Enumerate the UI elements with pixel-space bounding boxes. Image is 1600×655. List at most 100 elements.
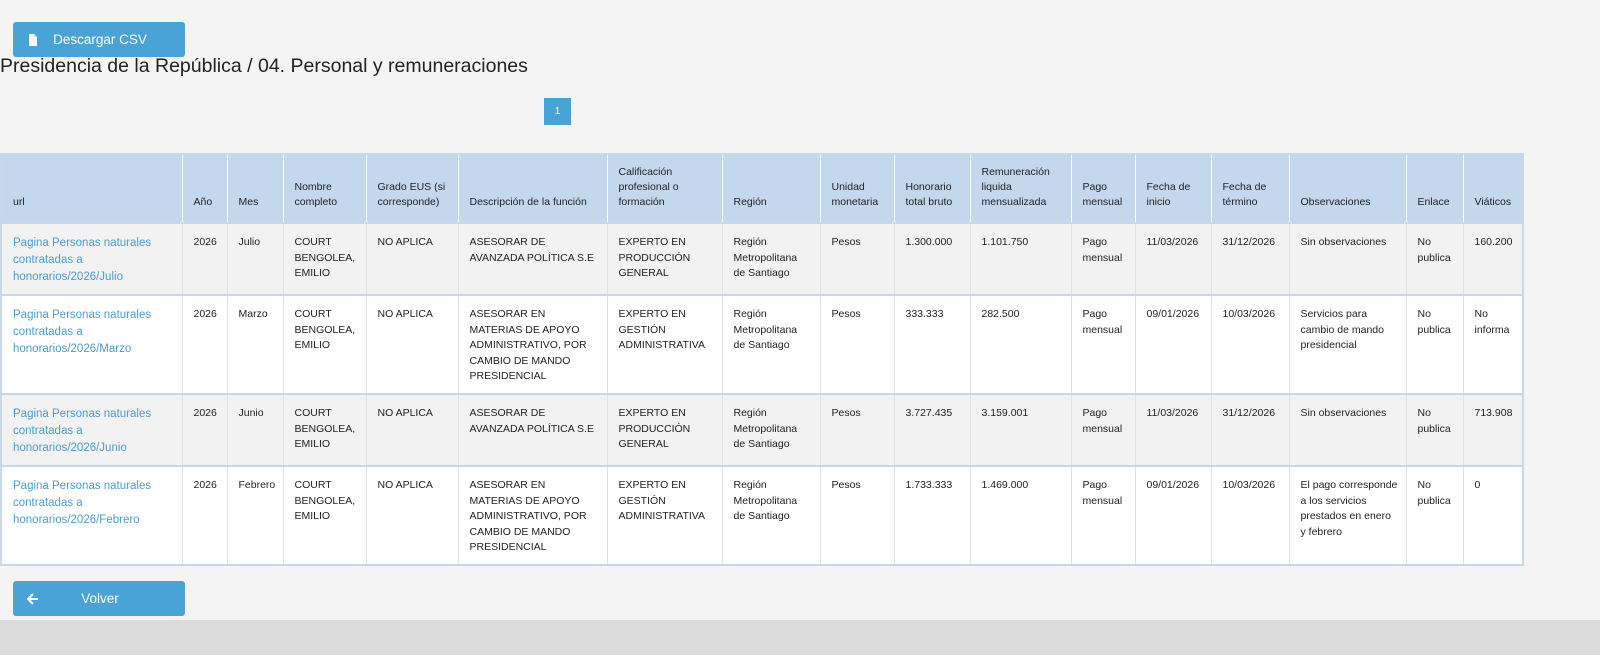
data-table: url Año Mes Nombre completo Grado EUS (s… <box>0 153 1524 566</box>
table-cell: No publica <box>1406 465 1464 565</box>
table-cell: NO APLICA <box>366 222 459 295</box>
column-header[interactable]: Remuneración liquida mensualizada <box>970 154 1072 223</box>
column-header[interactable]: Nombre completo <box>283 154 367 223</box>
table-cell: 333.333 <box>894 294 971 394</box>
table-cell: ASESORAR DE AVANZADA POLÍTICA S.E <box>458 222 608 295</box>
table-cell: Región Metropolitana de Santiago <box>722 465 821 565</box>
column-header[interactable]: Fecha de inicio <box>1135 154 1212 223</box>
table-cell: 160.200 <box>1463 222 1524 295</box>
column-header[interactable]: Viáticos <box>1463 154 1524 223</box>
table-cell: ASESORAR EN MATERIAS DE APOYO ADMINISTRA… <box>458 294 608 394</box>
column-header[interactable]: url <box>1 154 183 223</box>
table-cell: 0 <box>1463 465 1524 565</box>
table-cell: NO APLICA <box>366 393 459 466</box>
url-link[interactable]: Pagina Personas naturales contratadas a … <box>13 480 151 526</box>
table-cell: Pesos <box>820 294 895 394</box>
table-cell: 2026 <box>182 222 228 295</box>
table-cell: EXPERTO EN PRODUCCIÓN GENERAL <box>607 222 723 295</box>
table-cell: COURT BENGOLEA, EMILIO <box>283 465 367 565</box>
table-cell: 1.300.000 <box>894 222 971 295</box>
table-cell: NO APLICA <box>366 465 459 565</box>
table-cell: COURT BENGOLEA, EMILIO <box>283 222 367 295</box>
table-cell-url: Pagina Personas naturales contratadas a … <box>1 393 183 466</box>
table-cell: Pesos <box>820 222 895 295</box>
table-cell: 1.101.750 <box>970 222 1072 295</box>
table-cell: No publica <box>1406 222 1464 295</box>
table-cell: 1.733.333 <box>894 465 971 565</box>
column-header[interactable]: Enlace <box>1406 154 1464 223</box>
table-cell: No publica <box>1406 294 1464 394</box>
table-cell: Pago mensual <box>1071 465 1136 565</box>
table-row: Pagina Personas naturales contratadas a … <box>1 222 1524 295</box>
table-cell: 282.500 <box>970 294 1072 394</box>
table-cell: Servicios para cambio de mando presidenc… <box>1289 294 1407 394</box>
back-button[interactable]: Volver <box>13 581 185 616</box>
table-cell: Región Metropolitana de Santiago <box>722 294 821 394</box>
table-cell: Febrero <box>227 465 284 565</box>
table-cell: 2026 <box>182 465 228 565</box>
table-cell: NO APLICA <box>366 294 459 394</box>
column-header[interactable]: Honorario total bruto <box>894 154 971 223</box>
arrow-left-icon <box>13 592 53 605</box>
table-cell: 10/03/2026 <box>1211 465 1290 565</box>
table-cell: El pago corresponde a los servicios pres… <box>1289 465 1407 565</box>
table-cell: 3.159.001 <box>970 393 1072 466</box>
table-cell: 1.469.000 <box>970 465 1072 565</box>
table-cell: 3.727.435 <box>894 393 971 466</box>
table-header-row: url Año Mes Nombre completo Grado EUS (s… <box>1 154 1524 223</box>
file-icon <box>13 33 53 46</box>
column-header[interactable]: Pago mensual <box>1071 154 1136 223</box>
table-cell-url: Pagina Personas naturales contratadas a … <box>1 294 183 394</box>
table-cell-url: Pagina Personas naturales contratadas a … <box>1 465 183 565</box>
column-header[interactable]: Mes <box>227 154 284 223</box>
column-header[interactable]: Fecha de término <box>1211 154 1290 223</box>
column-header[interactable]: Región <box>722 154 821 223</box>
table-cell: Pago mensual <box>1071 222 1136 295</box>
table-cell: ASESORAR EN MATERIAS DE APOYO ADMINISTRA… <box>458 465 608 565</box>
table-cell: Junio <box>227 393 284 466</box>
table-cell: No informa <box>1463 294 1524 394</box>
table-row: Pagina Personas naturales contratadas a … <box>1 465 1524 565</box>
pagination-page-1[interactable]: 1 <box>544 98 571 125</box>
download-csv-button[interactable]: Descargar CSV <box>13 22 185 57</box>
table-cell: 11/03/2026 <box>1135 222 1212 295</box>
column-header[interactable]: Unidad monetaria <box>820 154 895 223</box>
table-cell: Julio <box>227 222 284 295</box>
table-cell: No publica <box>1406 393 1464 466</box>
table-cell: 09/01/2026 <box>1135 465 1212 565</box>
table-cell: Marzo <box>227 294 284 394</box>
column-header[interactable]: Descripción de la función <box>458 154 608 223</box>
table-row: Pagina Personas naturales contratadas a … <box>1 393 1524 466</box>
table-cell: Pago mensual <box>1071 393 1136 466</box>
column-header[interactable]: Calificación profesional o formación <box>607 154 723 223</box>
url-link[interactable]: Pagina Personas naturales contratadas a … <box>13 237 151 283</box>
table-cell: COURT BENGOLEA, EMILIO <box>283 393 367 466</box>
column-header[interactable]: Año <box>182 154 228 223</box>
column-header[interactable]: Observaciones <box>1289 154 1407 223</box>
table-cell: 09/01/2026 <box>1135 294 1212 394</box>
table-cell: 31/12/2026 <box>1211 222 1290 295</box>
column-header[interactable]: Grado EUS (si corresponde) <box>366 154 459 223</box>
table-cell: EXPERTO EN PRODUCCIÓN GENERAL <box>607 393 723 466</box>
table-cell: 2026 <box>182 393 228 466</box>
table-row: Pagina Personas naturales contratadas a … <box>1 294 1524 394</box>
table-cell: Región Metropolitana de Santiago <box>722 393 821 466</box>
table-cell: 31/12/2026 <box>1211 393 1290 466</box>
table-cell-url: Pagina Personas naturales contratadas a … <box>1 222 183 295</box>
table-cell: Sin observaciones <box>1289 393 1407 466</box>
table-cell: 713.908 <box>1463 393 1524 466</box>
table-cell: COURT BENGOLEA, EMILIO <box>283 294 367 394</box>
table-cell: Sin observaciones <box>1289 222 1407 295</box>
table-cell: 11/03/2026 <box>1135 393 1212 466</box>
table-cell: Pesos <box>820 465 895 565</box>
url-link[interactable]: Pagina Personas naturales contratadas a … <box>13 408 151 454</box>
table-cell: 10/03/2026 <box>1211 294 1290 394</box>
download-csv-label: Descargar CSV <box>53 32 147 47</box>
page-title: Presidencia de la República / 04. Person… <box>0 55 528 77</box>
table-cell: ASESORAR DE AVANZADA POLÍTICA S.E <box>458 393 608 466</box>
table-cell: Pago mensual <box>1071 294 1136 394</box>
table-cell: EXPERTO EN GESTIÓN ADMINISTRATIVA <box>607 294 723 394</box>
url-link[interactable]: Pagina Personas naturales contratadas a … <box>13 309 151 355</box>
table-cell: Región Metropolitana de Santiago <box>722 222 821 295</box>
table-cell: EXPERTO EN GESTIÓN ADMINISTRATIVA <box>607 465 723 565</box>
